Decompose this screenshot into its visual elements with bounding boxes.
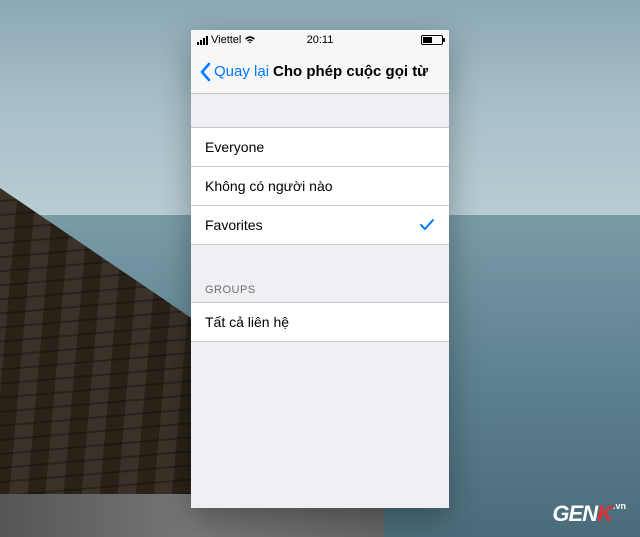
back-button[interactable]: Quay lại [199,62,269,82]
status-left: Viettel [197,34,256,46]
status-bar: Viettel 20:11 [191,30,449,50]
option-label: Favorites [205,217,263,233]
option-no-one[interactable]: Không có người nào [191,167,449,206]
watermark-gen: GEN [552,501,597,526]
options-list: Everyone Không có người nào Favorites [191,127,449,245]
chevron-left-icon [199,62,211,82]
page-title: Cho phép cuộc gọi từ [273,63,428,80]
signal-icon [197,35,208,45]
nav-bar: Quay lại Cho phép cuộc gọi từ [191,50,449,94]
groups-header: GROUPS [191,278,449,302]
carrier-label: Viettel [211,34,241,46]
groups-list: Tất cả liên hệ [191,302,449,342]
status-time: 20:11 [307,34,334,46]
option-favorites[interactable]: Favorites [191,206,449,245]
option-label: Everyone [205,139,264,155]
group-all-contacts[interactable]: Tất cả liên hệ [191,302,449,342]
option-label: Không có người nào [205,178,333,194]
group-label: Tất cả liên hệ [205,314,289,330]
watermark-logo: GENK.vn [552,501,626,527]
status-right [421,35,443,45]
back-label: Quay lại [214,63,269,80]
option-everyone[interactable]: Everyone [191,127,449,167]
watermark-vn: .vn [613,501,626,511]
checkmark-icon [419,217,435,233]
watermark-k: K [597,501,612,526]
battery-icon [421,35,443,45]
wifi-icon [244,35,256,45]
phone-screen: Viettel 20:11 Quay lại Cho phép cuộc gọi… [191,30,449,508]
settings-content: Everyone Không có người nào Favorites GR… [191,94,449,342]
